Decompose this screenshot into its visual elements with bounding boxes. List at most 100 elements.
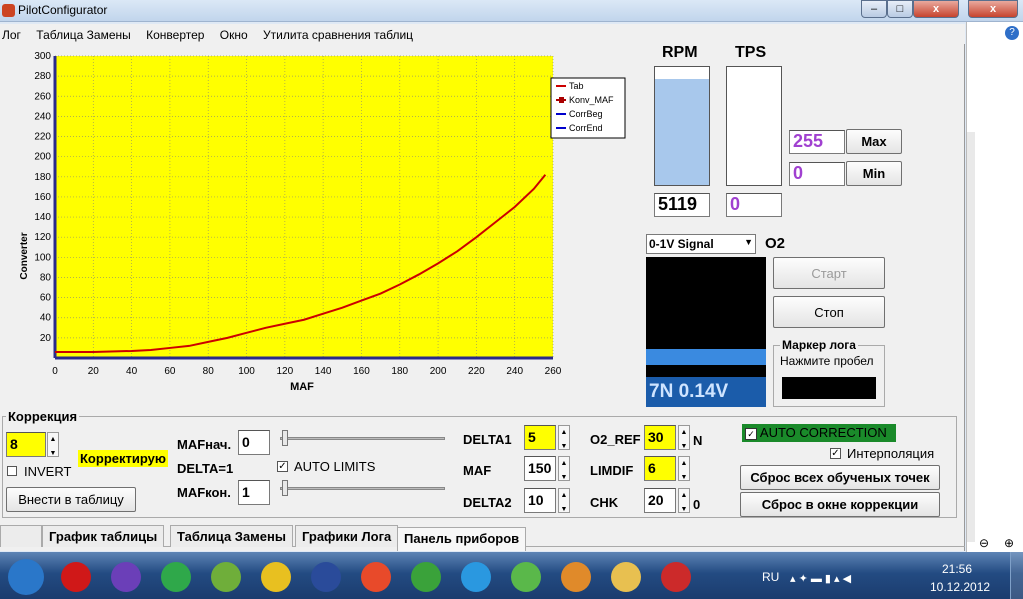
menu-item-log[interactable]: Лог [0,24,27,42]
start-button[interactable]: Старт [773,257,885,289]
apply-to-table-button[interactable]: Внести в таблицу [6,487,136,512]
x-tick-label: 180 [391,366,408,377]
tab-replace-table[interactable]: Таблица Замены [170,525,293,547]
o2-ref-stepper[interactable]: ▲ ▼ [678,425,690,450]
folder-icon[interactable] [603,557,649,597]
auto-correction-checkbox[interactable]: ✓ [745,427,757,440]
interpolation-checkbox[interactable]: ✓ [830,448,841,459]
chk-input[interactable]: 20 [644,488,676,513]
zoom-out-icon[interactable]: ⊖ [979,536,989,550]
delta1-stepper[interactable]: ▲ ▼ [558,425,570,450]
chevron-down-icon[interactable]: ▼ [48,447,58,461]
maf-start-input[interactable]: 0 [238,430,270,455]
rpm-label: RPM [662,44,698,61]
language-indicator[interactable]: RU [762,570,779,584]
clock-time[interactable]: 21:56 [942,562,972,576]
media-icon[interactable] [553,557,599,597]
auto-correction-toggle[interactable]: ✓ AUTO CORRECTION [742,424,896,442]
chevron-down-icon[interactable]: ▼ [679,440,689,454]
delta2-input[interactable]: 10 [524,488,556,513]
auto-limits-checkbox[interactable]: ✓ [277,461,288,472]
correction-value-stepper[interactable]: ▲ ▼ [47,432,59,457]
chevron-down-icon: ▼ [744,237,753,247]
chevron-down-icon[interactable]: ▼ [559,471,569,485]
save-icon[interactable] [303,557,349,597]
start-orb-icon-glyph [8,559,44,595]
chevron-down-icon[interactable]: ▼ [559,503,569,517]
vlc-like-icon[interactable] [103,557,149,597]
chevron-down-icon[interactable]: ▼ [679,503,689,517]
maf-stepper[interactable]: ▲ ▼ [558,456,570,481]
x-tick-label: 240 [506,366,523,377]
chevron-up-icon[interactable]: ▲ [48,433,58,447]
chevron-down-icon[interactable]: ▼ [679,471,689,485]
min-button[interactable]: Min [846,161,902,186]
pilot-car-icon[interactable] [653,557,699,597]
chevron-up-icon[interactable]: ▲ [559,457,569,471]
chk-label: CHK [590,495,619,510]
tab-table-chart[interactable]: График таблицы [42,525,165,547]
maf-start-slider-thumb[interactable] [282,430,288,446]
chk-stepper[interactable]: ▲ ▼ [678,488,690,513]
log-marker-group: Маркер лога Нажмите пробел [773,338,885,407]
reset-all-points-button[interactable]: Сброс всех обученых точек [740,465,940,490]
pilot-car-icon-glyph [661,562,691,592]
delta2-stepper[interactable]: ▲ ▼ [558,488,570,513]
skype-icon[interactable] [453,557,499,597]
o2-signal-select[interactable]: 0-1V Signal ▼ [646,234,756,254]
tab-instrument-panel[interactable]: Панель приборов [397,527,527,551]
invert-checkbox[interactable] [7,466,17,476]
y-tick-label: 200 [34,152,51,163]
menu-item-window[interactable]: Окно [214,24,254,42]
download-icon[interactable] [153,557,199,597]
limdif-input[interactable]: 6 [644,456,676,481]
utorrent-icon[interactable] [403,557,449,597]
chrome-icon[interactable] [353,557,399,597]
y-tick-label: 80 [40,272,52,283]
reset-window-button[interactable]: Сброс в окне коррекции [740,492,940,517]
chevron-up-icon[interactable]: ▲ [679,457,689,471]
x-tick-label: 160 [353,366,370,377]
maf-input[interactable]: 150 [524,456,556,481]
chevron-up-icon[interactable]: ▲ [679,426,689,440]
menu-item-converter[interactable]: Конвертер [140,24,210,42]
x-axis-label: MAF [290,381,314,393]
correction-value-input[interactable]: 8 [6,432,46,457]
menu-item-replace-table[interactable]: Таблица Замены [30,24,136,42]
help-icon[interactable]: ? [1005,26,1019,40]
o2-label: O2 [765,235,786,252]
maf-end-slider-thumb[interactable] [282,480,288,496]
scrollbar-track[interactable] [967,132,975,542]
network-icon[interactable] [503,557,549,597]
delta1-input[interactable]: 5 [524,425,556,450]
menu-item-compare-utility[interactable]: Утилита сравнения таблиц [257,24,419,42]
tab-log-charts[interactable]: Графики Лога [295,525,399,547]
minimize-button[interactable]: – [861,0,887,18]
opera-icon[interactable] [53,557,99,597]
batman-icon[interactable] [253,557,299,597]
y-tick-label: 60 [40,293,52,304]
y-tick-label: 20 [40,333,52,344]
start-orb-icon[interactable] [3,557,49,597]
notepad-icon[interactable] [203,557,249,597]
stop-button[interactable]: Стоп [773,296,885,328]
maximize-button[interactable]: □ [887,0,913,18]
maf-end-slider[interactable] [280,487,445,490]
maf-end-input[interactable]: 1 [238,480,270,505]
limdif-stepper[interactable]: ▲ ▼ [678,456,690,481]
chevron-down-icon[interactable]: ▼ [559,440,569,454]
show-desktop-button[interactable] [1010,552,1023,599]
max-button[interactable]: Max [846,129,902,154]
o2-ref-input[interactable]: 30 [644,425,676,450]
chrome-icon-glyph [361,562,391,592]
tps-value: 0 [726,193,782,217]
clock-date[interactable]: 10.12.2012 [930,580,990,594]
chevron-up-icon[interactable]: ▲ [679,489,689,503]
close-button[interactable]: x [913,0,959,18]
zoom-in-icon[interactable]: ⊕ [1004,536,1014,550]
chevron-up-icon[interactable]: ▲ [559,426,569,440]
chevron-up-icon[interactable]: ▲ [559,489,569,503]
maf-start-slider[interactable] [280,437,445,440]
chart-legend: Tab Konv_MAF CorrBeg CorrEnd [550,77,626,139]
outer-close-button[interactable]: x [968,0,1018,18]
